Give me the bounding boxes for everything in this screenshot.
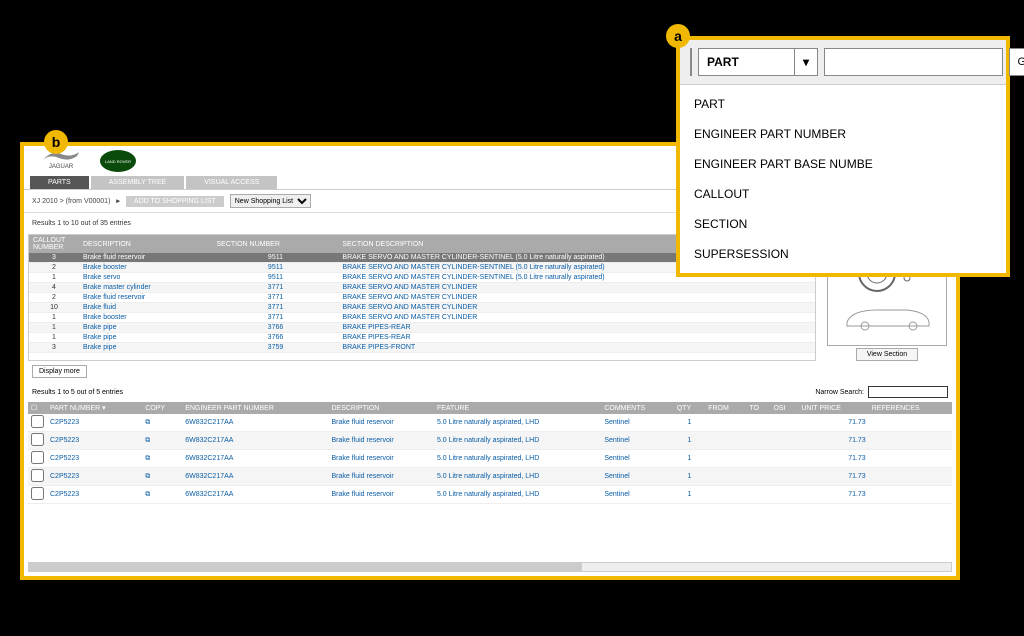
option-engineer-part-base-number[interactable]: ENGINEER PART BASE NUMBE (680, 149, 1006, 179)
option-callout[interactable]: CALLOUT (680, 179, 1006, 209)
tab-visual-access[interactable]: VISUAL ACCESS (186, 176, 277, 189)
col-callout[interactable]: CALLOUT NUMBER (29, 235, 79, 253)
col-references[interactable]: REFERENCES (869, 402, 952, 414)
option-engineer-part-number[interactable]: ENGINEER PART NUMBER (680, 119, 1006, 149)
landrover-logo: LAND ROVER (100, 150, 136, 172)
shopping-list-select[interactable]: New Shopping List (230, 194, 311, 208)
table-row[interactable]: 2Brake fluid reservoir3771BRAKE SERVO AN… (29, 293, 815, 303)
narrow-search-input[interactable] (868, 386, 948, 398)
table-row[interactable]: C2P5223 ⧉ 6W832C217AA Brake fluid reserv… (28, 432, 952, 450)
option-supersession[interactable]: SUPERSESSION (680, 239, 1006, 269)
table-row[interactable]: 4Brake master cylinder3771BRAKE SERVO AN… (29, 283, 815, 293)
col-section-number[interactable]: SECTION NUMBER (213, 235, 339, 253)
option-part[interactable]: PART (680, 89, 1006, 119)
add-to-shopping-list-button: ADD TO SHOPPING LIST (126, 196, 224, 207)
col-osi[interactable]: OSI (770, 402, 798, 414)
col-check[interactable]: ☐ (28, 402, 47, 414)
col-unit-price[interactable]: UNIT PRICE (798, 402, 868, 414)
table-row[interactable]: 1Brake pipe3766BRAKE PIPES-REAR (29, 333, 815, 343)
callout-badge-b: b (44, 130, 68, 154)
search-type-selected: PART (707, 55, 739, 69)
search-type-panel: PART ▾ GO PART ENGINEER PART NUMBER ENGI… (676, 36, 1010, 277)
col-copy[interactable]: COPY (142, 402, 182, 414)
panel-stub (690, 48, 692, 76)
crumb-caret-icon: ▸ (116, 197, 120, 205)
table-row[interactable]: C2P5223 ⧉ 6W832C217AA Brake fluid reserv… (28, 414, 952, 432)
search-type-bar: PART ▾ GO (680, 40, 1006, 85)
checkbox-icon: ☐ (31, 405, 37, 412)
table-row[interactable]: C2P5223 ⧉ 6W832C217AA Brake fluid reserv… (28, 486, 952, 504)
copy-icon[interactable]: ⧉ (142, 486, 182, 504)
row-checkbox[interactable] (31, 487, 44, 500)
callout-badge-a: a (666, 24, 690, 48)
row-checkbox[interactable] (31, 415, 44, 428)
tab-parts[interactable]: PARTS (30, 176, 89, 189)
col-engineer-part-number[interactable]: ENGINEER PART NUMBER (182, 402, 328, 414)
tab-assembly-tree[interactable]: ASSEMBLY TREE (91, 176, 185, 189)
row-checkbox[interactable] (31, 433, 44, 446)
copy-icon[interactable]: ⧉ (142, 414, 182, 432)
parts-results-row: Results 1 to 5 out of 5 entries Narrow S… (24, 382, 956, 402)
horizontal-scrollbar[interactable] (28, 562, 952, 572)
table-row[interactable]: 1Brake pipe3766BRAKE PIPES-REAR (29, 323, 815, 333)
chevron-down-icon: ▾ (794, 49, 809, 75)
col-comments[interactable]: COMMENTS (601, 402, 673, 414)
view-section-button[interactable]: View Section (856, 348, 918, 361)
col-part-number[interactable]: PART NUMBER ▾ (47, 402, 142, 414)
table-row[interactable]: 10Brake fluid3771BRAKE SERVO AND MASTER … (29, 303, 815, 313)
table-row[interactable]: C2P5223 ⧉ 6W832C217AA Brake fluid reserv… (28, 468, 952, 486)
col-qty[interactable]: QTY (674, 402, 706, 414)
results-count: Results 1 to 10 out of 35 entries (32, 220, 131, 227)
search-type-select[interactable]: PART ▾ (698, 48, 818, 76)
display-more-button[interactable]: Display more (32, 365, 87, 378)
narrow-search-label: Narrow Search: (815, 389, 864, 396)
table-row[interactable]: 3Brake pipe3759BRAKE PIPES-FRONT (29, 343, 815, 353)
search-type-options: PART ENGINEER PART NUMBER ENGINEER PART … (680, 85, 1006, 273)
row-checkbox[interactable] (31, 469, 44, 482)
col-from[interactable]: FROM (705, 402, 746, 414)
parts-table: ☐ PART NUMBER ▾ COPY ENGINEER PART NUMBE… (28, 402, 952, 504)
copy-icon[interactable]: ⧉ (142, 432, 182, 450)
table-row[interactable]: C2P5223 ⧉ 6W832C217AA Brake fluid reserv… (28, 450, 952, 468)
option-section[interactable]: SECTION (680, 209, 1006, 239)
col-part-description[interactable]: DESCRIPTION (328, 402, 433, 414)
search-term-input[interactable] (824, 48, 1003, 76)
go-button[interactable]: GO (1009, 48, 1024, 76)
copy-icon[interactable]: ⧉ (142, 450, 182, 468)
row-checkbox[interactable] (31, 451, 44, 464)
col-feature[interactable]: FEATURE (434, 402, 601, 414)
copy-icon[interactable]: ⧉ (142, 468, 182, 486)
col-description[interactable]: DESCRIPTION (79, 235, 213, 253)
col-to[interactable]: TO (746, 402, 770, 414)
parts-results-count: Results 1 to 5 out of 5 entries (32, 389, 123, 396)
breadcrumb: XJ 2010 > (from V00001) (32, 198, 110, 205)
car-outline-icon (837, 302, 937, 332)
table-row[interactable]: 1Brake booster3771BRAKE SERVO AND MASTER… (29, 313, 815, 323)
